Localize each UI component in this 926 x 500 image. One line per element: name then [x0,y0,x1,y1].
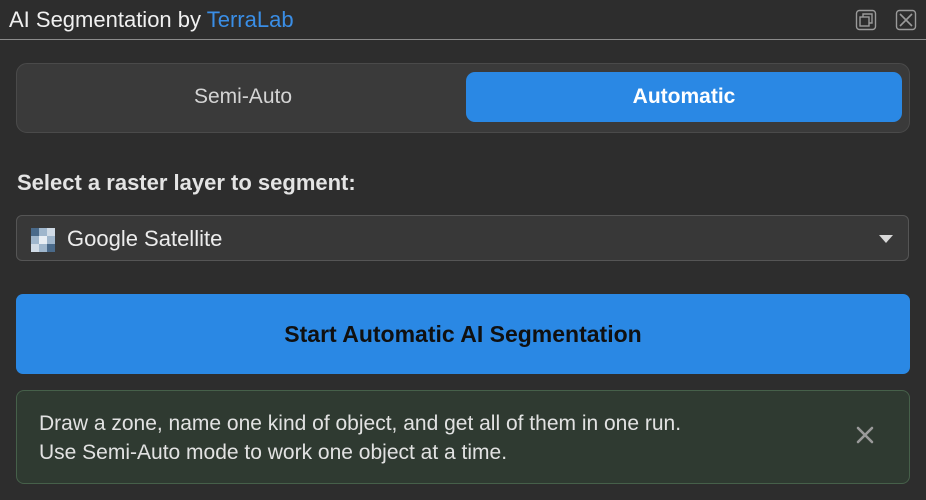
close-window-button[interactable] [895,9,917,31]
info-line-1: Draw a zone, name one kind of object, an… [39,412,682,435]
start-segmentation-button[interactable]: Start Automatic AI Segmentation [16,294,910,374]
brand-name: TerraLab [206,7,294,32]
raster-layer-icon [31,228,55,252]
tab-semi-auto[interactable]: Semi-Auto [23,72,463,122]
tab-automatic[interactable]: Automatic [466,72,902,122]
info-line-2: Use Semi-Auto mode to work one object at… [39,441,508,464]
info-banner: Draw a zone, name one kind of object, an… [16,390,910,484]
window-title: AI Segmentation by TerraLab [9,6,294,34]
close-icon[interactable] [853,423,877,447]
chevron-down-icon [879,235,893,243]
mode-switcher: Semi-Auto Automatic [16,63,910,133]
selected-layer-value: Google Satellite [67,226,223,251]
float-window-button[interactable] [855,9,877,31]
title-bar: AI Segmentation by TerraLab [0,0,926,40]
layer-select-label: Select a raster layer to segment: [17,170,356,195]
float-window-icon [855,9,877,31]
window-title-text: AI Segmentation by [9,7,202,32]
close-icon [895,9,917,31]
raster-layer-dropdown[interactable]: Google Satellite [16,215,909,261]
info-text: Draw a zone, name one kind of object, an… [39,409,681,467]
